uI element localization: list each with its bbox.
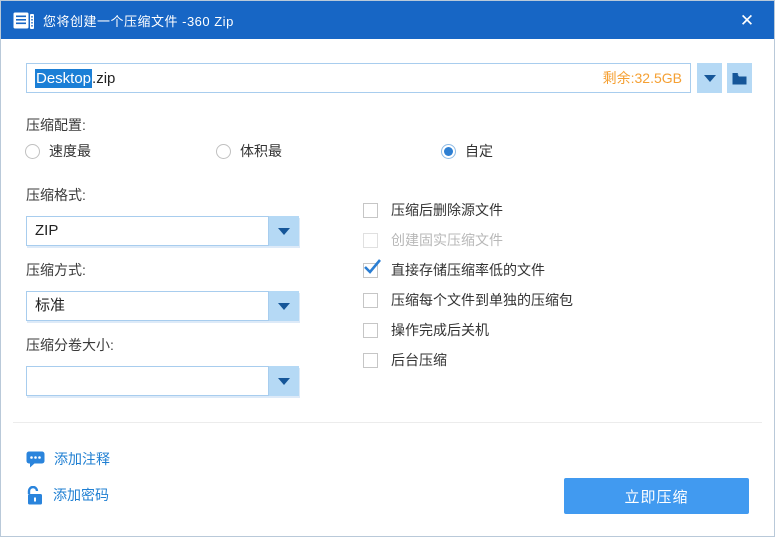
checkbox-delete-source[interactable]: 压缩后删除源文件 bbox=[363, 200, 503, 220]
chevron-down-icon bbox=[278, 227, 290, 235]
compress-now-button[interactable]: 立即压缩 bbox=[564, 478, 749, 514]
checkbox-icon bbox=[363, 352, 378, 368]
volume-size-label: 压缩分卷大小: bbox=[26, 337, 114, 353]
volume-size-combo bbox=[26, 366, 299, 396]
radio-custom[interactable]: 自定 bbox=[441, 141, 493, 161]
checkbox-solid-archive: 创建固实压缩文件 bbox=[363, 230, 503, 250]
chevron-down-icon bbox=[278, 377, 290, 385]
add-password-label: 添加密码 bbox=[53, 487, 109, 503]
free-space-label: 剩余:32.5GB bbox=[602, 70, 682, 86]
open-lock-icon bbox=[27, 485, 42, 504]
add-comment-label: 添加注释 bbox=[54, 451, 110, 467]
config-section-label: 压缩配置: bbox=[26, 117, 86, 133]
radio-label: 速度最 bbox=[49, 143, 91, 159]
create-archive-dialog: 您将创建一个压缩文件 -360 Zip ✕ Desktop .zip 剩余:32.… bbox=[0, 0, 775, 537]
radio-label: 自定 bbox=[465, 143, 493, 159]
method-combo: 标准 bbox=[26, 291, 299, 321]
volume-size-dropdown-button[interactable] bbox=[269, 366, 299, 396]
checkbox-icon bbox=[363, 202, 378, 218]
filename-extension: .zip bbox=[92, 69, 116, 87]
browse-folder-button[interactable] bbox=[727, 63, 752, 93]
radio-circle-icon bbox=[441, 143, 456, 159]
checkbox-background-compress[interactable]: 后台压缩 bbox=[363, 350, 447, 370]
title-bar: 您将创建一个压缩文件 -360 Zip bbox=[1, 1, 774, 39]
checkbox-icon bbox=[363, 258, 381, 278]
format-combo: ZIP bbox=[26, 216, 299, 246]
radio-smallest-size[interactable]: 体积最 bbox=[216, 141, 282, 161]
radio-circle-icon bbox=[216, 143, 231, 159]
checkbox-icon bbox=[363, 292, 378, 308]
format-label: 压缩格式: bbox=[26, 187, 86, 203]
volume-size-value-field[interactable] bbox=[26, 366, 269, 396]
radio-circle-icon bbox=[25, 143, 40, 159]
checkbox-separate-archives[interactable]: 压缩每个文件到单独的压缩包 bbox=[363, 290, 573, 310]
check-mark-icon bbox=[364, 258, 381, 274]
chevron-down-icon bbox=[703, 74, 716, 82]
checkbox-icon bbox=[363, 322, 378, 338]
method-label: 压缩方式: bbox=[26, 262, 86, 278]
add-comment-link[interactable]: 添加注释 bbox=[26, 449, 110, 469]
checkbox-shutdown-after[interactable]: 操作完成后关机 bbox=[363, 320, 489, 340]
method-value-field[interactable]: 标准 bbox=[26, 291, 269, 321]
archive-filename-input[interactable]: Desktop .zip 剩余:32.5GB bbox=[26, 63, 691, 93]
add-password-link[interactable]: 添加密码 bbox=[26, 485, 109, 505]
checkbox-icon bbox=[363, 232, 378, 248]
radio-fastest-speed[interactable]: 速度最 bbox=[25, 141, 91, 161]
format-value-field[interactable]: ZIP bbox=[26, 216, 269, 246]
footer-divider bbox=[13, 422, 762, 423]
chevron-down-icon bbox=[278, 302, 290, 310]
comment-bubble-icon bbox=[26, 451, 45, 467]
format-dropdown-button[interactable] bbox=[269, 216, 299, 246]
method-dropdown-button[interactable] bbox=[269, 291, 299, 321]
filename-selected-text: Desktop bbox=[35, 68, 93, 88]
app-zip-book-icon bbox=[13, 12, 34, 29]
config-radio-group: 速度最 体积最 自定 bbox=[1, 141, 774, 163]
folder-icon bbox=[732, 72, 747, 84]
close-button[interactable]: ✕ bbox=[734, 9, 760, 33]
checkbox-store-low-ratio[interactable]: 直接存储压缩率低的文件 bbox=[363, 258, 545, 280]
radio-label: 体积最 bbox=[240, 143, 282, 159]
window-title: 您将创建一个压缩文件 -360 Zip bbox=[43, 13, 234, 29]
filename-dropdown-button[interactable] bbox=[697, 63, 722, 93]
